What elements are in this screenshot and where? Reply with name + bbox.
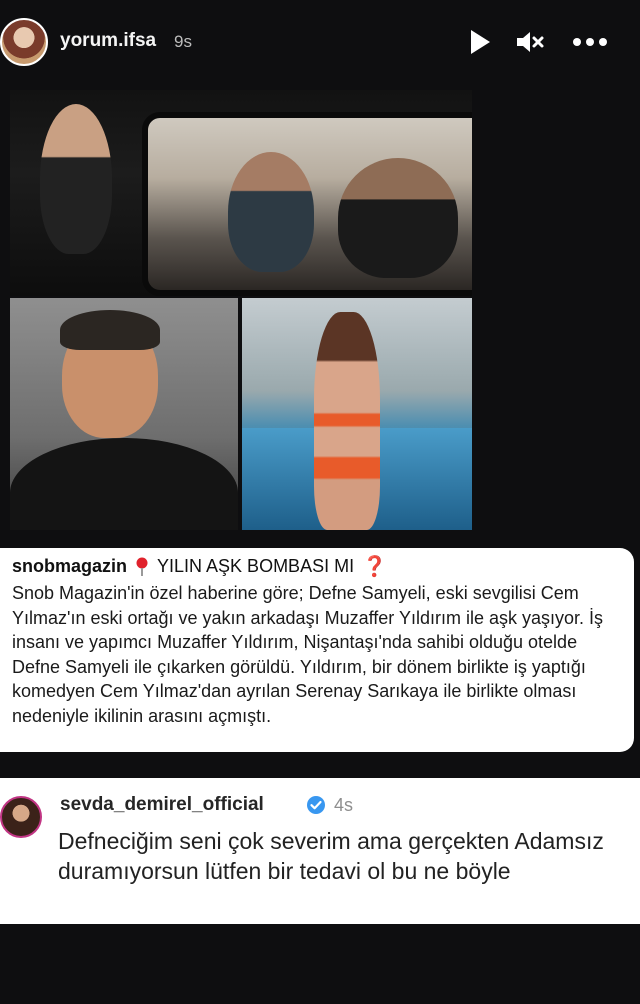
man-hair-image	[60, 310, 160, 350]
comment-time: 4s	[334, 795, 354, 815]
commenter-avatar[interactable]	[0, 796, 42, 838]
mute-icon[interactable]	[514, 26, 546, 58]
photo-collage	[10, 90, 472, 530]
comment-username[interactable]: sevda_demirel_official	[60, 794, 264, 816]
caption-body: Snob Magazin'in özel haberine göre; Defn…	[12, 583, 604, 726]
avatar[interactable]	[0, 18, 48, 66]
caption-title: snobmagazin YILIN AŞK BOMBASI MI ❓	[12, 554, 624, 579]
comment-text: Defneciğim seni çok severim ama gerçekte…	[58, 828, 604, 884]
caption-headline: YILIN AŞK BOMBASI MI	[157, 556, 355, 576]
man-portrait-photo	[10, 298, 238, 530]
woman-pool-photo	[242, 298, 472, 530]
caption-card: snobmagazin YILIN AŞK BOMBASI MI ❓ Snob …	[0, 548, 634, 752]
pushpin-icon	[135, 557, 149, 577]
car-window-image	[142, 112, 472, 296]
person-image	[40, 104, 112, 254]
person-image	[338, 158, 458, 278]
story-username[interactable]: yorum.ifsa	[60, 30, 156, 52]
woman-image	[314, 312, 380, 530]
verified-badge-icon	[306, 795, 326, 815]
story-header: yorum.ifsa 9s	[0, 0, 640, 90]
caption-handle[interactable]: snobmagazin	[12, 556, 127, 577]
person-image	[228, 152, 314, 272]
story-viewer: yorum.ifsa 9s snobmagazin YILIN AŞK BOMB…	[0, 0, 640, 1004]
car-photo	[10, 90, 472, 296]
play-icon[interactable]	[464, 26, 496, 58]
story-time: 9s	[174, 32, 192, 51]
more-icon[interactable]	[570, 26, 610, 58]
question-mark-icon: ❓	[362, 556, 387, 578]
man-body-image	[10, 438, 238, 530]
comment-card: sevda_demirel_official 4s Defneciğim sen…	[0, 778, 640, 924]
